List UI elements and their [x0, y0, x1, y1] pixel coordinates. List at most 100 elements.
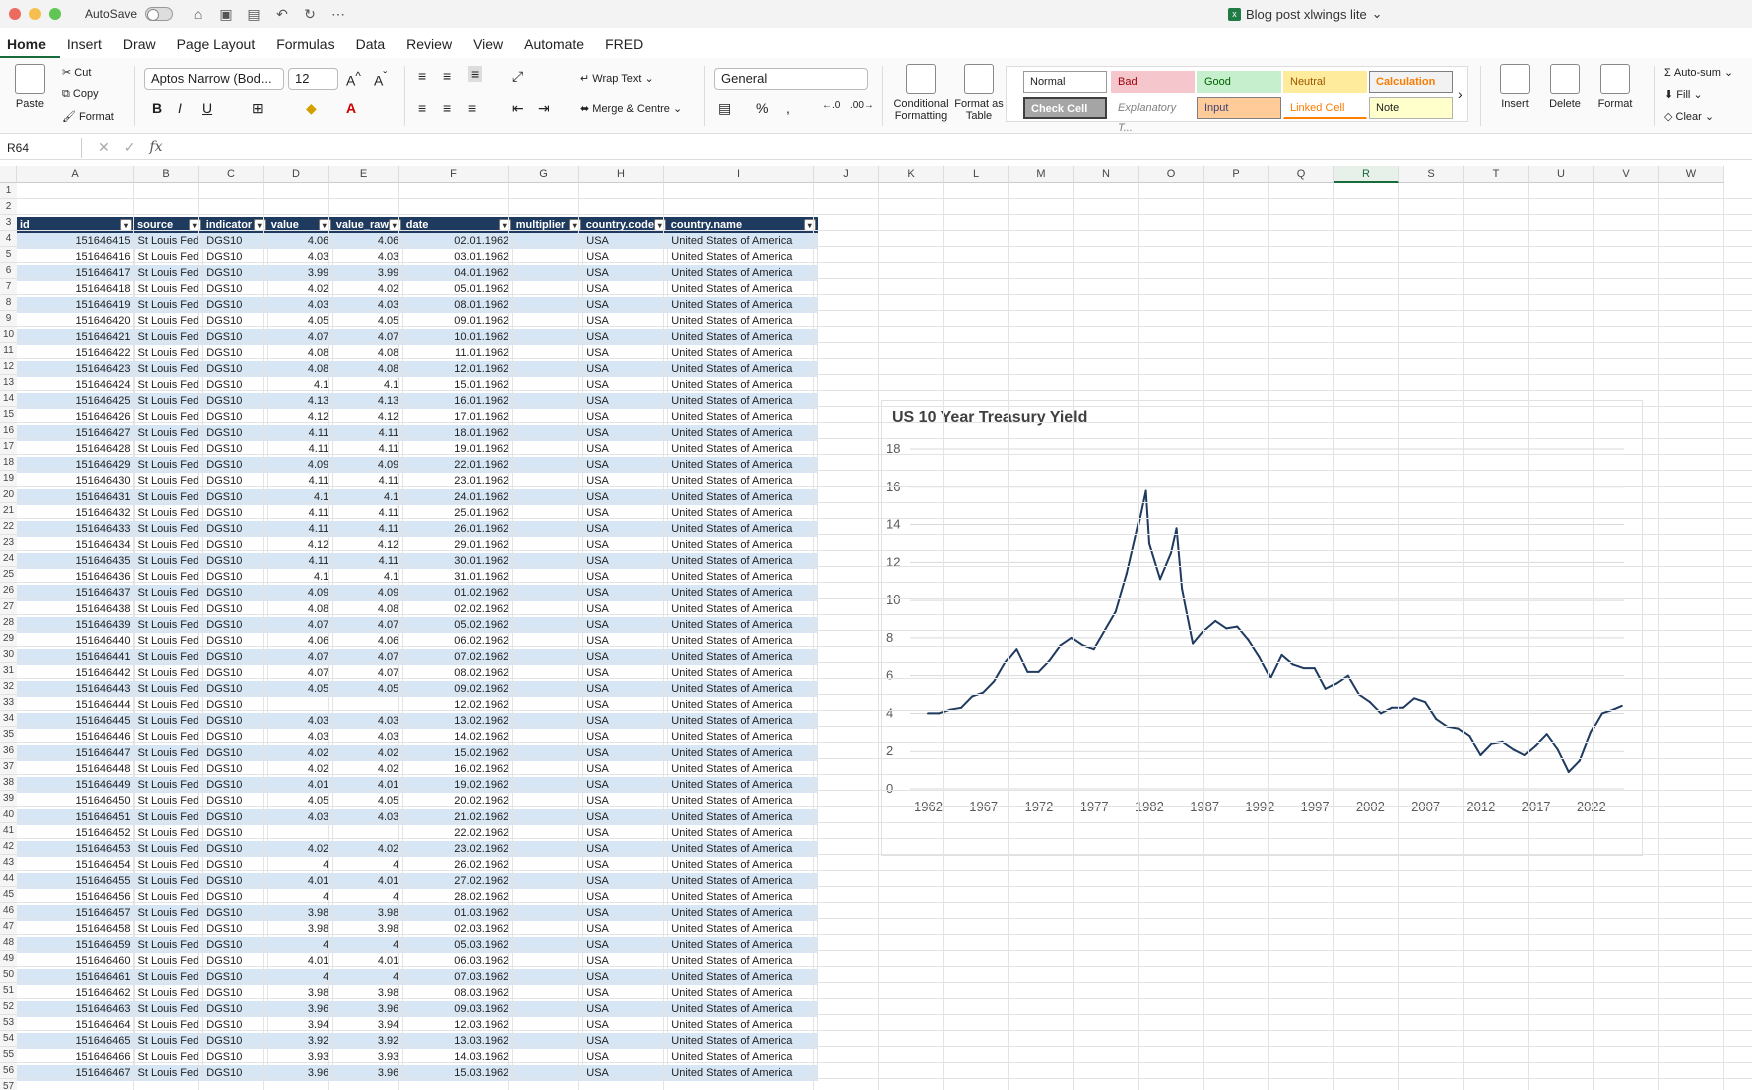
percent-icon[interactable]: % — [756, 100, 768, 116]
style-note[interactable]: Note — [1369, 97, 1453, 119]
row-header[interactable]: 23 — [0, 535, 17, 551]
row-header[interactable]: 57 — [0, 1079, 17, 1090]
borders-icon[interactable]: ⊞ — [252, 100, 264, 117]
row-header[interactable]: 44 — [0, 871, 17, 887]
column-header-e[interactable]: E — [329, 166, 399, 183]
row-header[interactable]: 31 — [0, 663, 17, 679]
clear-button[interactable]: ◇ Clear ⌄ — [1664, 110, 1714, 123]
formula-input[interactable] — [163, 138, 1752, 158]
confirm-icon[interactable]: ✓ — [124, 139, 136, 156]
align-center-icon[interactable]: ≡ — [443, 100, 451, 116]
row-header[interactable]: 30 — [0, 647, 17, 663]
format-painter-button[interactable]: 🖌 Format — [62, 110, 114, 123]
conditional-formatting-button[interactable]: Conditional Formatting — [890, 64, 952, 122]
column-header-r[interactable]: R — [1334, 166, 1399, 183]
align-left-icon[interactable]: ≡ — [418, 100, 426, 116]
undo-icon[interactable]: ↶ — [273, 6, 291, 23]
minimize-window-button[interactable] — [29, 8, 41, 20]
tab-home[interactable]: Home — [0, 30, 60, 58]
tab-view[interactable]: View — [466, 30, 517, 58]
row-header[interactable]: 43 — [0, 855, 17, 871]
save-icon[interactable]: ▣ — [217, 6, 235, 23]
column-header-o[interactable]: O — [1139, 166, 1204, 183]
style-good[interactable]: Good — [1197, 71, 1281, 93]
tab-fred[interactable]: FRED — [598, 30, 657, 58]
align-middle-icon[interactable]: ≡ — [443, 68, 451, 84]
tab-data[interactable]: Data — [349, 30, 400, 58]
column-header-f[interactable]: F — [399, 166, 509, 183]
row-header[interactable]: 26 — [0, 583, 17, 599]
column-header-v[interactable]: V — [1594, 166, 1659, 183]
decrease-indent-icon[interactable]: ⇤ — [512, 100, 524, 117]
increase-indent-icon[interactable]: ⇥ — [538, 100, 550, 117]
insert-function-icon[interactable]: fx — [149, 139, 162, 156]
column-header-g[interactable]: G — [509, 166, 579, 183]
row-header[interactable]: 3 — [0, 215, 17, 231]
row-header[interactable]: 27 — [0, 599, 17, 615]
currency-icon[interactable]: ▤ — [718, 100, 731, 117]
row-header[interactable]: 17 — [0, 439, 17, 455]
row-header[interactable]: 45 — [0, 887, 17, 903]
column-header-k[interactable]: K — [879, 166, 944, 183]
row-header[interactable]: 56 — [0, 1063, 17, 1079]
style-neutral[interactable]: Neutral — [1283, 71, 1367, 93]
row-header[interactable]: 33 — [0, 695, 17, 711]
row-header[interactable]: 38 — [0, 775, 17, 791]
more-icon[interactable]: ⋯ — [329, 6, 347, 23]
row-header[interactable]: 11 — [0, 343, 17, 359]
font-size-select[interactable]: 12 — [288, 68, 338, 90]
zoom-window-button[interactable] — [49, 8, 61, 20]
row-header[interactable]: 52 — [0, 999, 17, 1015]
italic-icon[interactable]: I — [178, 100, 182, 116]
decrease-decimal-icon[interactable]: .00→ — [850, 100, 874, 111]
copy-button[interactable]: ⧉ Copy — [62, 88, 99, 101]
row-header[interactable]: 5 — [0, 247, 17, 263]
row-header[interactable]: 46 — [0, 903, 17, 919]
row-header[interactable]: 13 — [0, 375, 17, 391]
row-header[interactable]: 6 — [0, 263, 17, 279]
row-header[interactable]: 20 — [0, 487, 17, 503]
row-header[interactable]: 16 — [0, 423, 17, 439]
autosum-button[interactable]: Σ Auto-sum ⌄ — [1664, 66, 1733, 79]
row-header[interactable]: 37 — [0, 759, 17, 775]
column-header-d[interactable]: D — [264, 166, 329, 183]
row-header[interactable]: 54 — [0, 1031, 17, 1047]
font-name-select[interactable]: Aptos Narrow (Bod... — [144, 68, 284, 90]
row-header[interactable]: 15 — [0, 407, 17, 423]
column-header-s[interactable]: S — [1399, 166, 1464, 183]
style-linked-cell[interactable]: Linked Cell — [1283, 97, 1367, 119]
name-box[interactable]: R64 — [2, 137, 82, 158]
row-header[interactable]: 10 — [0, 327, 17, 343]
select-all-corner[interactable] — [0, 166, 17, 183]
column-header-w[interactable]: W — [1659, 166, 1724, 183]
row-header[interactable]: 22 — [0, 519, 17, 535]
tab-page-layout[interactable]: Page Layout — [170, 30, 270, 58]
tab-formulas[interactable]: Formulas — [269, 30, 348, 58]
spreadsheet-grid[interactable]: id ▾ source ▾ indicator ▾ value ▾ value_raw ▾ date… — [0, 166, 1752, 1090]
column-header-l[interactable]: L — [944, 166, 1009, 183]
font-color-icon[interactable]: A — [346, 100, 356, 116]
row-header[interactable]: 21 — [0, 503, 17, 519]
paste-button[interactable]: Paste — [8, 64, 52, 110]
orientation-icon[interactable]: ⤢ — [512, 68, 523, 85]
column-header-p[interactable]: P — [1204, 166, 1269, 183]
cut-button[interactable]: ✂ Cut — [62, 66, 91, 79]
row-header[interactable]: 51 — [0, 983, 17, 999]
row-header[interactable]: 14 — [0, 391, 17, 407]
bold-icon[interactable]: B — [152, 100, 162, 116]
cancel-icon[interactable]: ✕ — [98, 139, 110, 156]
row-header[interactable]: 24 — [0, 551, 17, 567]
column-header-j[interactable]: J — [814, 166, 879, 183]
document-title[interactable]: x Blog post xlwings lite ⌄ — [1228, 6, 1383, 22]
column-header-h[interactable]: H — [579, 166, 664, 183]
merge-center-button[interactable]: ⬌ Merge & Centre ⌄ — [580, 102, 682, 115]
row-header[interactable]: 47 — [0, 919, 17, 935]
style-explanatory[interactable]: Explanatory T... — [1111, 97, 1195, 134]
tab-insert[interactable]: Insert — [60, 30, 116, 58]
column-header-q[interactable]: Q — [1269, 166, 1334, 183]
style-normal[interactable]: Normal — [1023, 71, 1107, 93]
align-top-icon[interactable]: ≡ — [418, 68, 426, 84]
save-as-icon[interactable]: ▤ — [245, 6, 263, 23]
row-header[interactable]: 12 — [0, 359, 17, 375]
row-header[interactable]: 8 — [0, 295, 17, 311]
